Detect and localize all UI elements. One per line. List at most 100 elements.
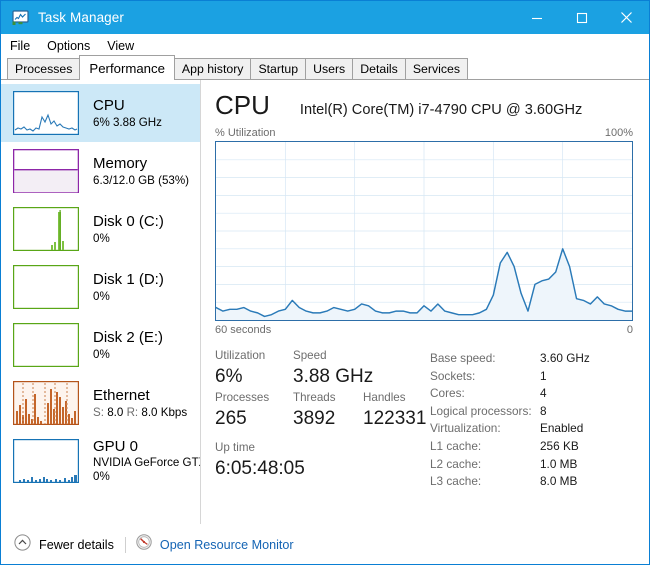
sidebar-item-sub-disk2: 0% xyxy=(93,347,163,362)
sidebar-item-gpu0[interactable]: GPU 0 NVIDIA GeForce GTX 0% xyxy=(1,432,200,490)
sidebar-memory-text: Memory 6.3/12.0 GB (53%) xyxy=(93,155,189,188)
sidebar-item-ethernet[interactable]: Ethernet S: 8.0 R: 8.0 Kbps xyxy=(1,374,200,432)
spec-row-sockets: Sockets: 1 xyxy=(430,368,633,386)
sidebar-item-sub-disk1: 0% xyxy=(93,289,164,304)
minimize-icon[interactable] xyxy=(514,1,559,34)
status-divider xyxy=(125,537,126,553)
spec-row-l1-cache: L1 cache: 256 KB xyxy=(430,438,633,456)
sidebar-item-memory[interactable]: Memory 6.3/12.0 GB (53%) xyxy=(1,142,200,200)
ethernet-mini-graph xyxy=(13,381,79,425)
spec-key-virtualization: Virtualization: xyxy=(430,420,540,438)
gpu0-mini-graph xyxy=(13,439,79,483)
spec-key-logical-processors: Logical processors: xyxy=(430,403,540,421)
chart-top-labels: % Utilization 100% xyxy=(215,127,633,139)
open-resource-monitor-link[interactable]: Open Resource Monitor xyxy=(136,534,294,555)
sidebar-item-label-memory: Memory xyxy=(93,155,189,173)
sidebar-item-disk0[interactable]: Disk 0 (C:) 0% xyxy=(1,200,200,258)
memory-mini-graph xyxy=(13,149,79,193)
content-area: CPU 6% 3.88 GHz Memory 6.3/12.0 GB (53%) xyxy=(1,80,649,524)
tab-services[interactable]: Services xyxy=(405,58,468,79)
performance-detail-panel: CPU Intel(R) Core(TM) i7-4790 CPU @ 3.60… xyxy=(201,80,649,524)
cpu-specs-list: Base speed: 3.60 GHz Sockets: 1 Cores: 4… xyxy=(430,348,633,491)
maximize-icon[interactable] xyxy=(559,1,604,34)
sidebar-item-sub-cpu: 6% 3.88 GHz xyxy=(93,115,162,130)
spec-value-cores: 4 xyxy=(540,385,547,403)
chevron-up-circle-icon xyxy=(14,534,31,556)
stat-label-processes: Processes xyxy=(215,390,293,406)
open-resource-monitor-label: Open Resource Monitor xyxy=(160,538,294,552)
sidebar-item-label-disk0: Disk 0 (C:) xyxy=(93,213,164,231)
cpu-chart-svg xyxy=(216,142,632,320)
stat-row-1: Utilization 6% Speed 3.88 GHz xyxy=(215,348,430,390)
tab-app-history[interactable]: App history xyxy=(174,58,252,79)
stat-utilization: Utilization 6% xyxy=(215,348,293,390)
spec-key-sockets: Sockets: xyxy=(430,368,540,386)
ethernet-recv-label: R: xyxy=(127,406,139,419)
ethernet-send-value: 8.0 xyxy=(107,406,123,419)
menu-item-view[interactable]: View xyxy=(107,37,143,55)
stat-value-uptime: 6:05:48:05 xyxy=(215,456,305,482)
stat-value-speed: 3.88 GHz xyxy=(293,364,373,390)
spec-row-base-speed: Base speed: 3.60 GHz xyxy=(430,350,633,368)
sidebar-item-disk1[interactable]: Disk 1 (D:) 0% xyxy=(1,258,200,316)
spec-key-l2-cache: L2 cache: xyxy=(430,456,540,474)
tab-startup[interactable]: Startup xyxy=(250,58,306,79)
tab-processes[interactable]: Processes xyxy=(7,58,80,79)
title-bar[interactable]: Task Manager xyxy=(1,1,649,34)
sidebar-item-cpu[interactable]: CPU 6% 3.88 GHz xyxy=(1,84,200,142)
spec-value-l3-cache: 8.0 MB xyxy=(540,473,577,491)
stat-label-speed: Speed xyxy=(293,348,373,364)
spec-value-virtualization: Enabled xyxy=(540,420,583,438)
tab-performance[interactable]: Performance xyxy=(79,55,175,80)
chart-y-max-label: 100% xyxy=(605,127,633,139)
stat-uptime: Up time 6:05:48:05 xyxy=(215,440,305,482)
close-icon[interactable] xyxy=(604,1,649,34)
spec-row-cores: Cores: 4 xyxy=(430,385,633,403)
fewer-details-label: Fewer details xyxy=(39,538,114,552)
sidebar-item-label-cpu: CPU xyxy=(93,97,162,115)
sidebar-item-disk2[interactable]: Disk 2 (E:) 0% xyxy=(1,316,200,374)
ethernet-send-label: S: xyxy=(93,406,104,419)
sidebar-gpu0-text: GPU 0 NVIDIA GeForce GTX 0% xyxy=(93,438,200,484)
chart-bottom-labels: 60 seconds 0 xyxy=(215,324,633,336)
disk2-mini-graph xyxy=(13,323,79,367)
spec-key-l1-cache: L1 cache: xyxy=(430,438,540,456)
stat-label-uptime: Up time xyxy=(215,440,305,456)
spec-row-logical-processors: Logical processors: 8 xyxy=(430,403,633,421)
tab-users[interactable]: Users xyxy=(305,58,353,79)
cpu-utilization-chart[interactable] xyxy=(215,141,633,321)
tab-strip: Processes Performance App history Startu… xyxy=(1,58,649,80)
chart-x-end-label: 0 xyxy=(627,324,633,336)
cpu-model-label: Intel(R) Core(TM) i7-4790 CPU @ 3.60GHz xyxy=(300,102,582,118)
sidebar-item-sub-disk0: 0% xyxy=(93,231,164,246)
menu-item-options[interactable]: Options xyxy=(47,37,99,55)
stat-speed: Speed 3.88 GHz xyxy=(293,348,373,390)
stat-row-2: Processes 265 Threads 3892 Handles 12233… xyxy=(215,390,430,432)
spec-value-logical-processors: 8 xyxy=(540,403,547,421)
spec-value-l2-cache: 1.0 MB xyxy=(540,456,577,474)
window-title: Task Manager xyxy=(38,10,124,25)
tab-details[interactable]: Details xyxy=(352,58,406,79)
status-bar: Fewer details Open Resource Monitor xyxy=(1,524,649,564)
spec-row-l3-cache: L3 cache: 8.0 MB xyxy=(430,473,633,491)
sidebar-item-label-disk1: Disk 1 (D:) xyxy=(93,271,164,289)
chart-x-start-label: 60 seconds xyxy=(215,324,271,336)
fewer-details-button[interactable]: Fewer details xyxy=(14,534,114,556)
menu-item-file[interactable]: File xyxy=(10,37,39,55)
spec-value-l1-cache: 256 KB xyxy=(540,438,579,456)
cpu-mini-graph xyxy=(13,91,79,135)
cpu-stats-left: Utilization 6% Speed 3.88 GHz Processes … xyxy=(215,348,430,491)
stat-threads: Threads 3892 xyxy=(293,390,363,432)
sidebar-cpu-text: CPU 6% 3.88 GHz xyxy=(93,97,162,130)
stat-label-threads: Threads xyxy=(293,390,363,406)
cpu-header: CPU Intel(R) Core(TM) i7-4790 CPU @ 3.60… xyxy=(215,80,633,120)
sidebar-ethernet-text: Ethernet S: 8.0 R: 8.0 Kbps xyxy=(93,387,187,420)
stat-handles: Handles 122331 xyxy=(363,390,426,432)
sidebar-disk1-text: Disk 1 (D:) 0% xyxy=(93,271,164,304)
spec-key-base-speed: Base speed: xyxy=(430,350,540,368)
disk0-mini-graph xyxy=(13,207,79,251)
stat-row-3: Up time 6:05:48:05 xyxy=(215,440,430,482)
spec-value-sockets: 1 xyxy=(540,368,547,386)
sidebar-item-sub-gpu0: NVIDIA GeForce GTX xyxy=(93,456,200,470)
stat-value-threads: 3892 xyxy=(293,406,363,432)
